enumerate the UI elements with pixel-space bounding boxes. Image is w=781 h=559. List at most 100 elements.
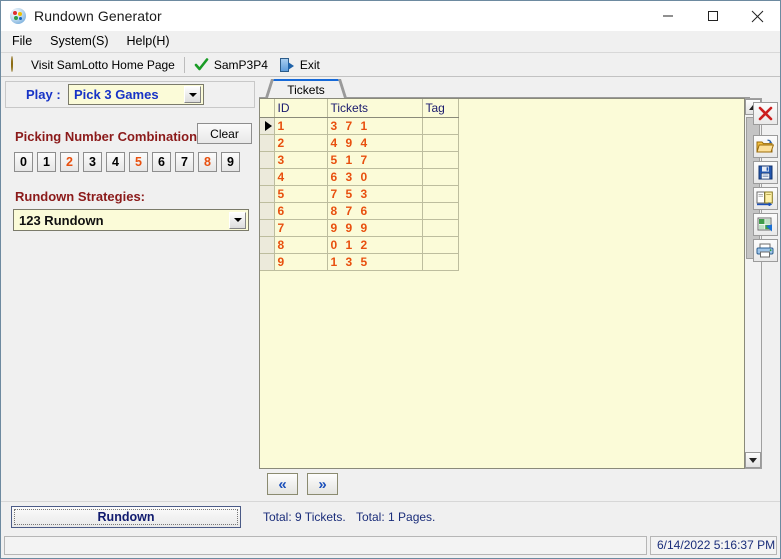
main-toolbar: Visit SamLotto Home Page SamP3P4 Exit xyxy=(1,52,780,77)
table-row[interactable]: 5 7 5 3 xyxy=(260,185,459,203)
check-icon xyxy=(194,57,209,72)
menu-help[interactable]: Help(H) xyxy=(123,32,179,51)
menu-system[interactable]: System(S) xyxy=(46,32,117,51)
row-selector[interactable] xyxy=(260,253,275,271)
status-bar: 6/14/2022 5:16:37 PM xyxy=(1,532,780,558)
open-folder-icon[interactable] xyxy=(752,135,778,158)
tab-strip: Tickets xyxy=(259,77,750,98)
number-button-3[interactable]: 3 xyxy=(83,152,102,172)
cell-id: 1 xyxy=(274,117,328,135)
column-header-tickets[interactable]: Tickets xyxy=(327,99,423,118)
menu-bar: File System(S) Help(H) xyxy=(1,31,780,52)
rundown-strategies-label: Rundown Strategies: xyxy=(15,189,146,204)
number-button-5[interactable]: 5 xyxy=(129,152,148,172)
app-window: Rundown Generator File System(S) Help(H)… xyxy=(0,0,781,559)
next-page-button[interactable]: » xyxy=(307,473,338,495)
cell-id: 9 xyxy=(274,253,328,271)
cell-tickets: 5 1 7 xyxy=(327,151,423,169)
cell-id: 6 xyxy=(274,202,328,220)
export-file-icon[interactable] xyxy=(752,187,778,210)
cell-id: 4 xyxy=(274,168,328,186)
cell-tag xyxy=(422,236,459,254)
tickets-table: ID Tickets Tag 1 3 7 1 2 4 9 4 3 5 1 7 4… xyxy=(260,99,459,271)
maximize-icon[interactable] xyxy=(690,1,735,31)
number-button-9[interactable]: 9 xyxy=(221,152,240,172)
clear-button[interactable]: Clear xyxy=(197,123,252,144)
row-selector[interactable] xyxy=(260,168,275,186)
cell-tickets: 4 9 4 xyxy=(327,134,423,152)
row-selector[interactable] xyxy=(260,134,275,152)
number-button-8[interactable]: 8 xyxy=(198,152,217,172)
globe-icon xyxy=(11,56,26,72)
footer-bar: Rundown Total: 9 Tickets. Total: 1 Pages… xyxy=(1,501,780,531)
samp3p4-label: SamP3P4 xyxy=(213,57,268,72)
number-button-1[interactable]: 1 xyxy=(37,152,56,172)
cell-tickets: 3 7 1 xyxy=(327,117,423,135)
title-bar: Rundown Generator xyxy=(1,1,780,31)
cell-tag xyxy=(422,117,459,135)
close-icon[interactable] xyxy=(735,1,780,31)
lottery-ball-icon xyxy=(9,7,27,25)
menu-file[interactable]: File xyxy=(8,32,41,51)
table-row[interactable]: 8 0 1 2 xyxy=(260,236,459,254)
table-row[interactable]: 2 4 9 4 xyxy=(260,134,459,152)
number-button-row: 0 1 2 3 4 5 6 7 8 9 xyxy=(14,152,240,172)
exit-door-icon xyxy=(279,57,295,72)
picking-number-combination-label: Picking Number Combination: xyxy=(15,129,202,144)
exit-button[interactable]: Exit xyxy=(274,54,326,75)
pagination-controls: « » xyxy=(259,470,770,498)
row-selector[interactable] xyxy=(260,151,275,169)
tickets-tab-area: Tickets ID Tickets Tag 1 3 7 1 2 4 9 4 3… xyxy=(259,77,762,495)
row-selector[interactable] xyxy=(260,202,275,220)
minimize-icon[interactable] xyxy=(645,1,690,31)
cell-id: 2 xyxy=(274,134,328,152)
number-button-4[interactable]: 4 xyxy=(106,152,125,172)
tab-tickets[interactable]: Tickets xyxy=(268,79,344,98)
total-tickets-text: Total: 9 Tickets. xyxy=(263,510,346,524)
cell-tag xyxy=(422,151,459,169)
cell-id: 8 xyxy=(274,236,328,254)
rundown-button[interactable]: Rundown xyxy=(11,506,241,528)
table-row[interactable]: 1 3 7 1 xyxy=(260,117,459,135)
action-icon-rail xyxy=(752,102,778,265)
cell-tag xyxy=(422,134,459,152)
number-button-0[interactable]: 0 xyxy=(14,152,33,172)
print-icon[interactable] xyxy=(752,239,778,262)
visit-samlotto-home-page-button[interactable]: Visit SamLotto Home Page xyxy=(5,54,181,75)
table-row[interactable]: 3 5 1 7 xyxy=(260,151,459,169)
number-button-2[interactable]: 2 xyxy=(60,152,79,172)
table-row[interactable]: 7 9 9 9 xyxy=(260,219,459,237)
delete-x-icon[interactable] xyxy=(752,102,778,125)
save-disk-icon[interactable] xyxy=(752,161,778,184)
visit-samlotto-label: Visit SamLotto Home Page xyxy=(31,57,175,72)
play-dropdown[interactable]: Pick 3 Games xyxy=(68,84,204,105)
row-selector[interactable] xyxy=(260,219,275,237)
table-row[interactable]: 4 6 3 0 xyxy=(260,168,459,186)
column-header-tag[interactable]: Tag xyxy=(422,99,459,118)
toolbar-separator xyxy=(183,56,185,73)
cell-tag xyxy=(422,202,459,220)
table-row[interactable]: 6 8 7 6 xyxy=(260,202,459,220)
cell-tag xyxy=(422,185,459,203)
status-timestamp: 6/14/2022 5:16:37 PM xyxy=(650,535,777,555)
current-row-indicator-icon xyxy=(264,120,272,131)
cell-tag xyxy=(422,219,459,237)
table-row[interactable]: 9 1 3 5 xyxy=(260,253,459,271)
row-selector[interactable] xyxy=(260,117,275,135)
cell-id: 3 xyxy=(274,151,328,169)
chevron-down-icon[interactable] xyxy=(229,211,246,229)
column-header-id[interactable]: ID xyxy=(274,99,328,118)
table-header-row: ID Tickets Tag xyxy=(260,99,459,118)
scroll-down-icon[interactable] xyxy=(745,452,761,468)
left-options-panel: Play : Pick 3 Games Picking Number Combi… xyxy=(5,81,255,495)
row-selector[interactable] xyxy=(260,236,275,254)
chevron-down-icon[interactable] xyxy=(184,86,201,103)
number-button-7[interactable]: 7 xyxy=(175,152,194,172)
number-button-6[interactable]: 6 xyxy=(152,152,171,172)
tickets-grid[interactable]: ID Tickets Tag 1 3 7 1 2 4 9 4 3 5 1 7 4… xyxy=(259,98,745,469)
samp3p4-button[interactable]: SamP3P4 xyxy=(188,54,274,75)
rundown-strategy-dropdown[interactable]: 123 Rundown xyxy=(13,209,249,231)
row-selector[interactable] xyxy=(260,185,275,203)
excel-icon[interactable] xyxy=(752,213,778,236)
first-page-button[interactable]: « xyxy=(267,473,298,495)
